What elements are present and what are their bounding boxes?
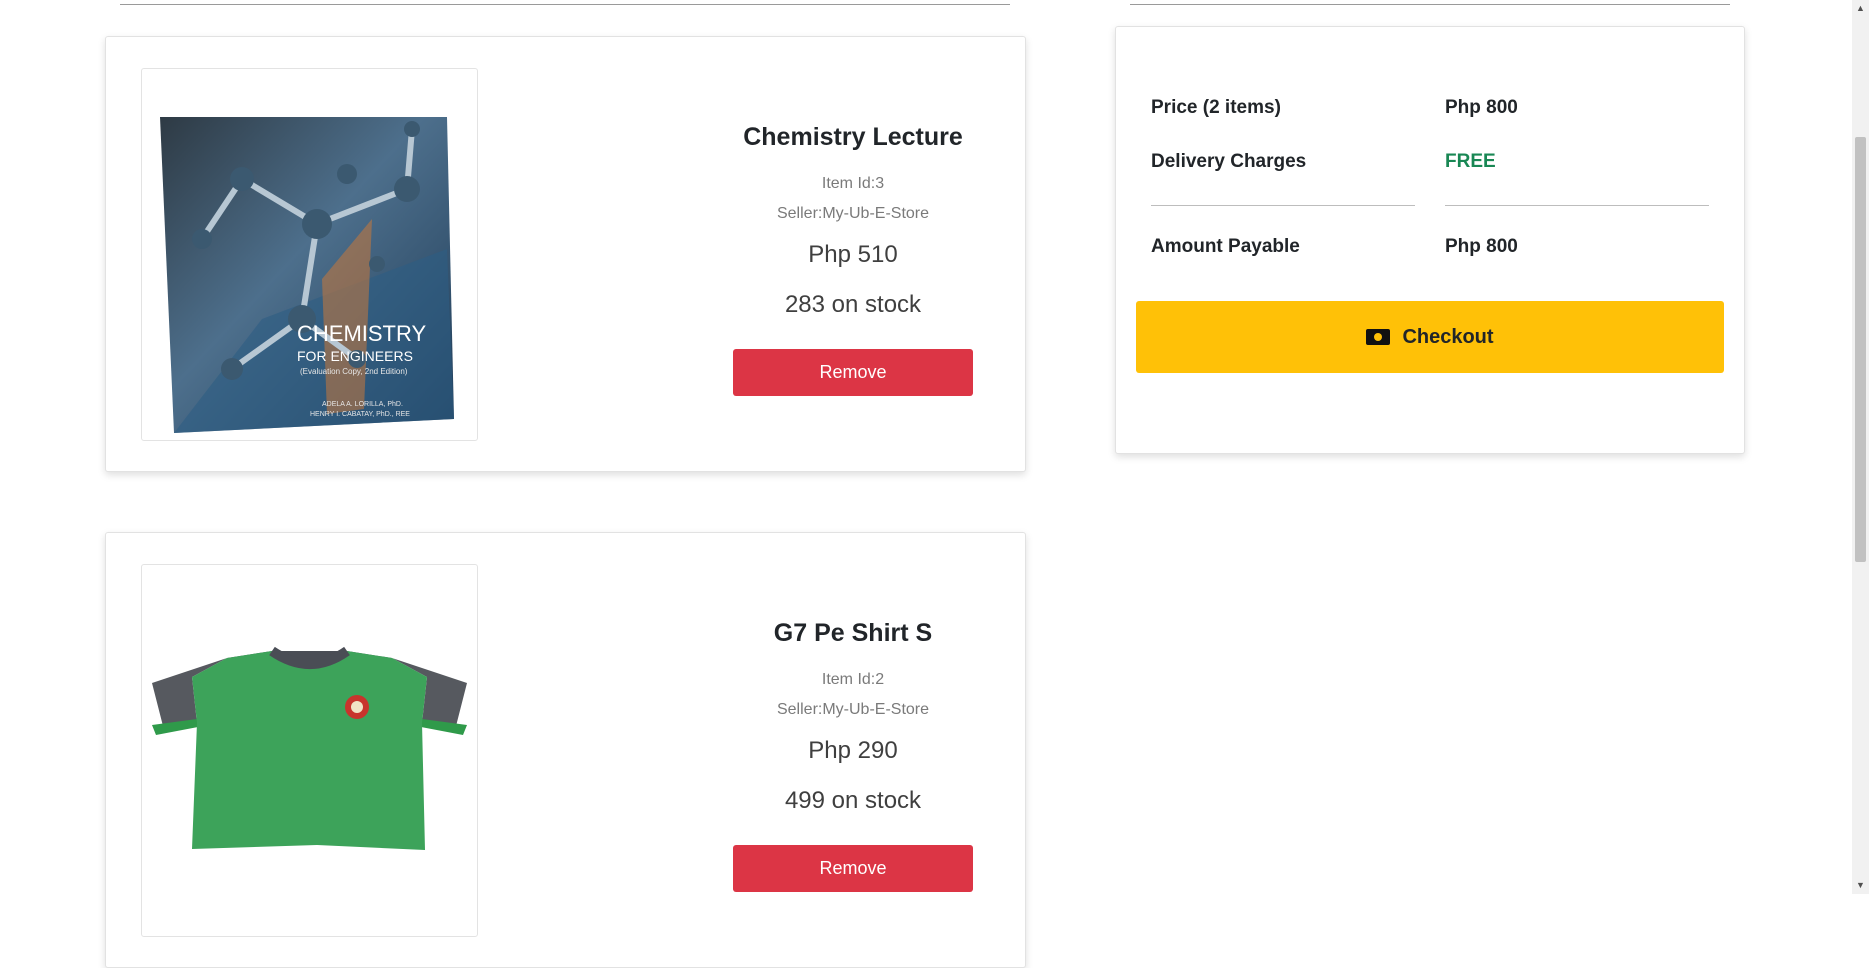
chemistry-book-cover-image: CHEMISTRY FOR ENGINEERS (Evaluation Copy… [160, 117, 454, 433]
item-details: Chemistry Lecture Item Id:3 Seller:My-Ub… [592, 37, 1114, 396]
item-seller: Seller:My-Ub-E-Store [776, 701, 930, 718]
items-header-divider [120, 4, 1010, 5]
item-price: Php 510 [808, 241, 898, 268]
scrollbar-thumb[interactable] [1855, 137, 1866, 562]
delivery-row: Delivery Charges FREE [1151, 151, 1711, 181]
price-summary-card: Price (2 items) Php 800 Delivery Charges… [1115, 26, 1745, 454]
summary-header-divider [1130, 4, 1730, 5]
svg-text:HENRY I. CABATAY, PhD., REE: HENRY I. CABATAY, PhD., REE [310, 411, 410, 418]
amount-value: Php 800 [1445, 236, 1518, 257]
cart-item-card: G7 Pe Shirt S Item Id:2 Seller:My-Ub-E-S… [105, 532, 1026, 968]
remove-button[interactable]: Remove [733, 845, 973, 892]
item-id: Item Id:2 [821, 671, 885, 688]
item-name[interactable]: G7 Pe Shirt S [592, 613, 1114, 653]
checkout-button[interactable]: Checkout [1136, 301, 1724, 373]
item-id: Item Id:3 [821, 175, 885, 192]
scroll-down-arrow-icon[interactable]: ▼ [1852, 877, 1869, 894]
product-image-chemistry-book[interactable]: CHEMISTRY FOR ENGINEERS (Evaluation Copy… [141, 68, 478, 441]
delivery-label: Delivery Charges [1151, 151, 1307, 172]
remove-button[interactable]: Remove [733, 349, 973, 396]
item-details: G7 Pe Shirt S Item Id:2 Seller:My-Ub-E-S… [592, 533, 1114, 892]
price-value: Php 800 [1445, 97, 1518, 118]
amount-row: Amount Payable Php 800 [1151, 236, 1711, 266]
scroll-up-arrow-icon[interactable]: ▲ [1852, 0, 1869, 17]
price-row: Price (2 items) Php 800 [1151, 97, 1711, 127]
item-price: Php 290 [808, 737, 898, 764]
checkout-label: Checkout [1402, 325, 1494, 348]
item-name[interactable]: Chemistry Lecture [592, 117, 1114, 157]
svg-text:(Evaluation Copy, 2nd Edition): (Evaluation Copy, 2nd Edition) [300, 367, 408, 376]
page-scrollbar[interactable]: ▲ ▼ [1852, 0, 1869, 894]
summary-divider [1151, 205, 1415, 206]
item-stock: 499 on stock [784, 787, 922, 814]
svg-text:FOR ENGINEERS: FOR ENGINEERS [297, 348, 413, 364]
money-bill-icon [1366, 329, 1391, 345]
svg-text:ADELA A. LORILLA, PhD.: ADELA A. LORILLA, PhD. [322, 401, 403, 408]
cart-item-card: CHEMISTRY FOR ENGINEERS (Evaluation Copy… [105, 36, 1026, 472]
delivery-value: FREE [1445, 151, 1496, 172]
item-seller: Seller:My-Ub-E-Store [776, 205, 930, 222]
pe-shirt-image [152, 646, 467, 850]
item-stock: 283 on stock [784, 291, 922, 318]
svg-text:CHEMISTRY: CHEMISTRY [297, 321, 426, 346]
product-image-pe-shirt[interactable] [141, 564, 478, 937]
summary-divider [1445, 205, 1709, 206]
price-label: Price (2 items) [1151, 97, 1281, 118]
amount-label: Amount Payable [1151, 236, 1300, 257]
